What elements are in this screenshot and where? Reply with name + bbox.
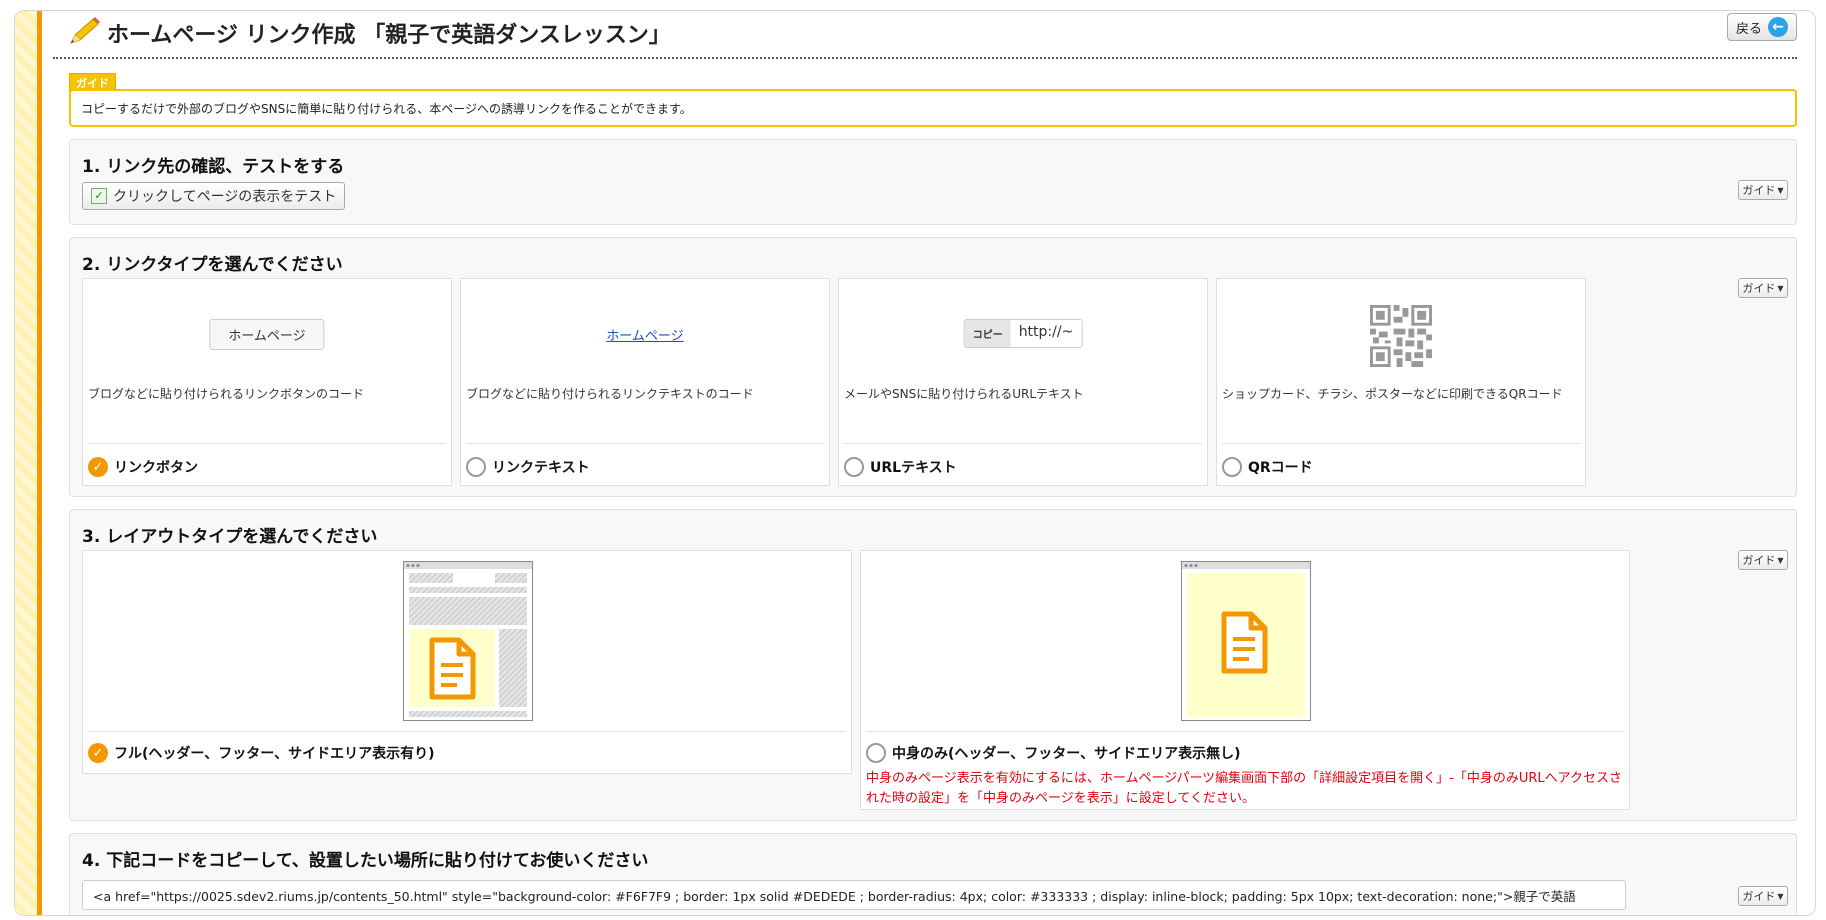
radio-checked-icon: ✓ <box>88 743 108 763</box>
section4-title: 4. 下記コードをコピーして、設置したい場所に貼り付けてお使いください <box>82 851 649 871</box>
guide-text: コピーするだけで外部のブログやSNSに簡単に貼り付けられる、本ページへの誘導リン… <box>81 101 692 116</box>
radio-label: URLテキスト <box>870 460 957 476</box>
guide-box: コピーするだけで外部のブログやSNSに簡単に貼り付けられる、本ページへの誘導リン… <box>69 89 1797 127</box>
guide-button-label: ガイド <box>1742 890 1776 903</box>
radio-empty-icon <box>1222 457 1242 477</box>
radio-label: 中身のみ(ヘッダー、フッター、サイドエリア表示無し) <box>892 746 1241 762</box>
card-link-button[interactable]: ホームページ ブログなどに貼り付けられるリンクボタンのコード ✓ リンクボタン <box>82 278 452 486</box>
main-frame: ホームページ リンク作成 「親子で英語ダンスレッスン」 戻る ← ガイド コピー… <box>14 10 1816 916</box>
radio-label: QRコード <box>1248 460 1313 476</box>
card-desc: ブログなどに貼り付けられるリンクテキストのコード <box>466 387 754 401</box>
layout-content-illustration <box>1181 561 1311 725</box>
guide-button-1[interactable]: ガイド ▼ <box>1738 180 1788 200</box>
demo-url-field: コピー http://~ <box>963 319 1083 348</box>
card-desc: ブログなどに貼り付けられるリンクボタンのコード <box>88 387 365 401</box>
card-link-text[interactable]: ホームページ ブログなどに貼り付けられるリンクテキストのコード リンクテキスト <box>460 278 830 486</box>
radio-empty-icon <box>866 743 886 763</box>
guide-button-label: ガイド <box>1742 184 1776 197</box>
section-layout-type: 3. レイアウトタイプを選んでください ガイド ▼ ✓ フル(ヘッダー、フッター… <box>69 509 1797 821</box>
guide-button-label: ガイド <box>1742 554 1776 567</box>
layout-full-illustration <box>403 561 533 725</box>
back-label: 戻る <box>1736 21 1763 37</box>
section-link-type: 2. リンクタイプを選んでください ガイド ▼ ホームページ ブログなどに貼り付け… <box>69 237 1797 497</box>
test-button-label: クリックしてページの表示をテスト <box>113 189 337 205</box>
demo-link-button: ホームページ <box>209 319 325 350</box>
side-stripe <box>15 11 42 915</box>
radio-layout-content-only[interactable]: 中身のみ(ヘッダー、フッター、サイドエリア表示無し) <box>866 743 1241 763</box>
demo-text-link: ホームページ <box>606 329 684 344</box>
demo-url-text: http://~ <box>1010 320 1082 347</box>
radio-qr-code[interactable]: QRコード <box>1222 457 1313 477</box>
arrow-left-icon: ← <box>1768 17 1789 37</box>
radio-label: リンクボタン <box>114 460 198 476</box>
page-header: ホームページ リンク作成 「親子で英語ダンスレッスン」 戻る ← <box>53 11 1797 59</box>
qr-code-icon <box>1370 305 1432 371</box>
radio-empty-icon <box>466 457 486 477</box>
card-layout-content-only[interactable]: 中身のみ(ヘッダー、フッター、サイドエリア表示無し) 中身のみページ表示を有効に… <box>860 550 1630 810</box>
guide-button-4[interactable]: ガイド ▼ <box>1738 886 1788 906</box>
card-layout-full[interactable]: ✓ フル(ヘッダー、フッター、サイドエリア表示有り) <box>82 550 852 774</box>
radio-url-text[interactable]: URLテキスト <box>844 457 957 477</box>
section-link-test: 1. リンク先の確認、テストをする ✓ クリックしてページの表示をテスト ガイド… <box>69 139 1797 225</box>
card-desc: ショップカード、チラシ、ポスターなどに印刷できるQRコード <box>1222 387 1563 401</box>
card-desc: メールやSNSに貼り付けられるURLテキスト <box>844 387 1084 401</box>
card-qr-code[interactable]: ショップカード、チラシ、ポスターなどに印刷できるQRコード QRコード <box>1216 278 1586 486</box>
guide-button-label: ガイド <box>1742 282 1776 295</box>
divider <box>88 443 446 444</box>
radio-label: フル(ヘッダー、フッター、サイドエリア表示有り) <box>114 746 435 762</box>
section-code-copy: 4. 下記コードをコピーして、設置したい場所に貼り付けてお使いください ガイド ▼… <box>69 833 1797 915</box>
guide-button-2[interactable]: ガイド ▼ <box>1738 278 1788 298</box>
code-textarea[interactable]: <a href="https://0025.sdev2.riums.jp/con… <box>82 880 1626 910</box>
section3-title: 3. レイアウトタイプを選んでください <box>82 527 378 547</box>
content-area: ホームページ リンク作成 「親子で英語ダンスレッスン」 戻る ← ガイド コピー… <box>53 11 1805 915</box>
layout-warning-note: 中身のみページ表示を有効にするには、ホームページパーツ編集画面下部の「詳細設定項… <box>866 771 1623 806</box>
card-url-text[interactable]: コピー http://~ メールやSNSに貼り付けられるURLテキスト URLテ… <box>838 278 1208 486</box>
radio-empty-icon <box>844 457 864 477</box>
radio-layout-full[interactable]: ✓ フル(ヘッダー、フッター、サイドエリア表示有り) <box>88 743 435 763</box>
divider <box>866 731 1624 732</box>
guide-button-3[interactable]: ガイド ▼ <box>1738 550 1788 570</box>
radio-link-text[interactable]: リンクテキスト <box>466 457 590 477</box>
test-page-button[interactable]: ✓ クリックしてページの表示をテスト <box>82 182 346 210</box>
divider <box>1222 443 1580 444</box>
page-title: ホームページ リンク作成 「親子で英語ダンスレッスン」 <box>107 23 671 48</box>
demo-copy-label: コピー <box>964 320 1011 347</box>
arrow-down-icon: ▼ <box>1777 185 1784 195</box>
check-icon: ✓ <box>91 188 107 204</box>
back-button[interactable]: 戻る ← <box>1727 13 1797 41</box>
radio-link-button[interactable]: ✓ リンクボタン <box>88 457 198 477</box>
divider <box>844 443 1202 444</box>
divider <box>88 731 846 732</box>
divider <box>466 443 824 444</box>
section1-title: 1. リンク先の確認、テストをする <box>82 157 345 177</box>
section2-title: 2. リンクタイプを選んでください <box>82 255 343 275</box>
arrow-down-icon: ▼ <box>1777 555 1784 565</box>
pencil-icon <box>67 17 101 51</box>
arrow-down-icon: ▼ <box>1777 891 1784 901</box>
arrow-down-icon: ▼ <box>1777 283 1784 293</box>
radio-checked-icon: ✓ <box>88 457 108 477</box>
radio-label: リンクテキスト <box>492 460 590 476</box>
